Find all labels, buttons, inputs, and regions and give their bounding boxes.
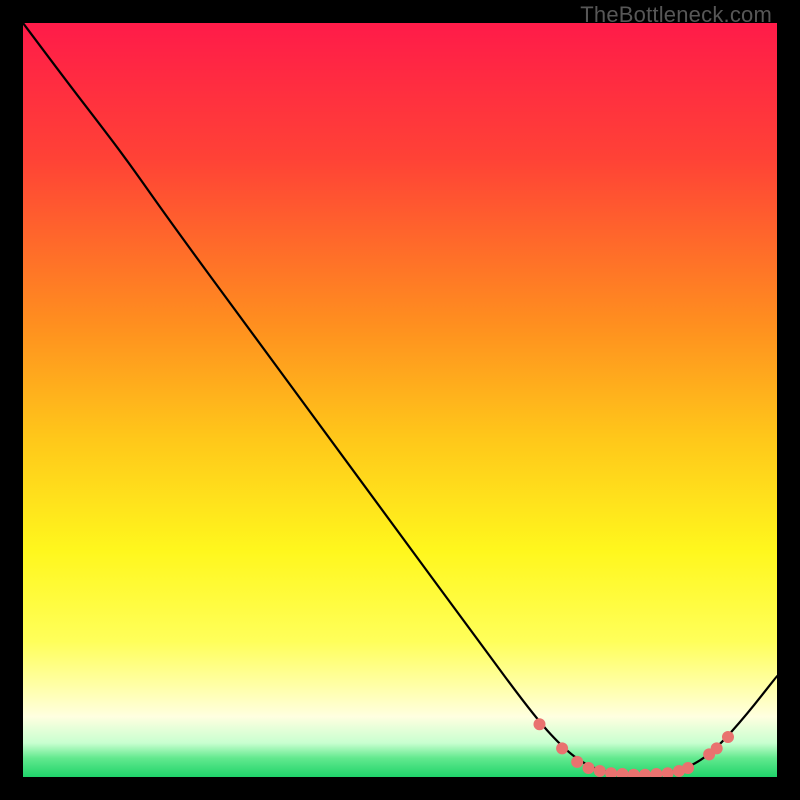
chart-background	[23, 23, 777, 777]
chart-frame	[23, 23, 777, 777]
curve-marker	[533, 718, 545, 730]
chart-svg	[23, 23, 777, 777]
curve-marker	[722, 731, 734, 743]
curve-marker	[556, 742, 568, 754]
watermark-text: TheBottleneck.com	[580, 2, 772, 28]
curve-marker	[682, 762, 694, 774]
curve-marker	[583, 762, 595, 774]
curve-marker	[571, 756, 583, 768]
curve-marker	[594, 765, 606, 777]
curve-marker	[711, 742, 723, 754]
